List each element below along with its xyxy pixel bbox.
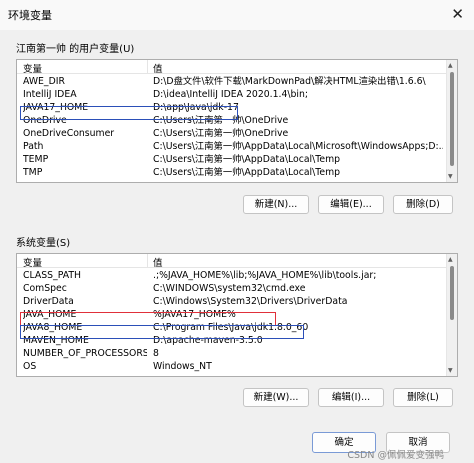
var-value: C:\Users\江南第一帅\AppData\Local\Temp bbox=[153, 167, 341, 178]
table-row[interactable]: JAVA8_HOME C:\Program Files\Java\jdk1.8.… bbox=[17, 322, 447, 335]
scroll-thumb[interactable] bbox=[450, 266, 454, 320]
watermark: CSDN @佩佩爱变强鸭 bbox=[347, 450, 444, 461]
system-vars-header: 变量 值 bbox=[17, 254, 447, 269]
table-row[interactable]: MAVEN_HOME D:\apache-maven-3.5.0 bbox=[17, 335, 447, 348]
close-icon[interactable]: ✕ bbox=[451, 5, 464, 23]
var-value: C:\WINDOWS\system32\cmd.exe bbox=[153, 283, 306, 294]
var-name: MAVEN_HOME bbox=[23, 335, 89, 346]
var-name: TEMP bbox=[23, 154, 49, 165]
user-vars-scrollbar[interactable]: ▲ ▼ bbox=[446, 60, 457, 182]
column-header-value[interactable]: 值 bbox=[153, 255, 163, 269]
var-value: 8 bbox=[153, 348, 159, 359]
var-value: C:\Users\江南第一帅\AppData\Local\Microsoft\W… bbox=[153, 141, 443, 152]
var-value: C:\Program Files\Java\jdk1.8.0_60 bbox=[153, 322, 309, 333]
var-name: JAVA8_HOME bbox=[23, 322, 83, 333]
var-name: JAVA17_HOME bbox=[23, 102, 89, 113]
table-row[interactable]: Path C:\Users\江南第一帅\AppData\Local\Micros… bbox=[17, 141, 447, 154]
var-name: AWE_DIR bbox=[23, 76, 65, 87]
scroll-down-icon[interactable]: ▼ bbox=[448, 367, 453, 374]
var-name: IntelliJ IDEA bbox=[23, 89, 77, 100]
scroll-up-icon[interactable]: ▲ bbox=[448, 256, 453, 263]
var-value: .;%JAVA_HOME%\lib;%JAVA_HOME%\lib\tools.… bbox=[153, 270, 377, 281]
column-header-value[interactable]: 值 bbox=[153, 61, 163, 75]
var-name: Path bbox=[23, 141, 44, 152]
var-name: OneDrive bbox=[23, 115, 67, 126]
var-name: CLASS_PATH bbox=[23, 270, 82, 281]
user-vars-header: 变量 值 bbox=[17, 60, 447, 75]
table-row[interactable]: IntelliJ IDEA D:\idea\IntelliJ IDEA 2020… bbox=[17, 89, 447, 102]
var-name: OS bbox=[23, 361, 37, 372]
var-name: NUMBER_OF_PROCESSORS bbox=[23, 348, 147, 359]
table-row[interactable]: OneDrive C:\Users\江南第一帅\OneDrive bbox=[17, 115, 447, 128]
var-name: JAVA_HOME bbox=[23, 309, 77, 320]
title-bar: 环境变量 ✕ bbox=[0, 0, 474, 30]
column-divider[interactable] bbox=[147, 254, 148, 268]
system-vars-list[interactable]: 变量 值 CLASS_PATH .;%JAVA_HOME%\lib;%JAVA_… bbox=[16, 253, 458, 377]
var-value: D:\D盘文件\软件下载\MarkDownPad\解决HTML渲染出错\1.6.… bbox=[153, 76, 426, 87]
var-value: %JAVA17_HOME% bbox=[153, 309, 236, 320]
var-value: C:\Users\江南第一帅\OneDrive bbox=[153, 128, 289, 139]
table-row[interactable]: TMP C:\Users\江南第一帅\AppData\Local\Temp bbox=[17, 167, 447, 180]
table-row[interactable]: ComSpec C:\WINDOWS\system32\cmd.exe bbox=[17, 283, 447, 296]
user-edit-button[interactable]: 编辑(E)... bbox=[318, 195, 384, 214]
user-vars-group-label: 江南第一帅 的用户变量(U) bbox=[16, 44, 135, 55]
var-value: C:\Users\江南第一帅\OneDrive bbox=[153, 115, 289, 126]
table-row[interactable]: OneDriveConsumer C:\Users\江南第一帅\OneDrive bbox=[17, 128, 447, 141]
var-name: DriverData bbox=[23, 296, 74, 307]
var-value: D:\app\Java\jdk-17 bbox=[153, 102, 239, 113]
scroll-down-icon[interactable]: ▼ bbox=[448, 173, 453, 180]
user-vars-list[interactable]: 变量 值 AWE_DIR D:\D盘文件\软件下载\MarkDownPad\解决… bbox=[16, 59, 458, 183]
var-value: C:\Users\江南第一帅\AppData\Local\Temp bbox=[153, 154, 341, 165]
var-name: OneDriveConsumer bbox=[23, 128, 115, 139]
table-row[interactable]: CLASS_PATH .;%JAVA_HOME%\lib;%JAVA_HOME%… bbox=[17, 270, 447, 283]
system-vars-group-label: 系统变量(S) bbox=[16, 238, 71, 249]
scroll-thumb[interactable] bbox=[450, 72, 454, 166]
table-row[interactable]: NUMBER_OF_PROCESSORS 8 bbox=[17, 348, 447, 361]
system-vars-scrollbar[interactable]: ▲ ▼ bbox=[446, 254, 457, 376]
var-value: C:\Windows\System32\Drivers\DriverData bbox=[153, 296, 348, 307]
table-row[interactable]: OS Windows_NT bbox=[17, 361, 447, 374]
var-value: D:\apache-maven-3.5.0 bbox=[153, 335, 263, 346]
var-name: ComSpec bbox=[23, 283, 67, 294]
scroll-up-icon[interactable]: ▲ bbox=[448, 62, 453, 69]
system-new-button[interactable]: 新建(W)... bbox=[243, 388, 309, 407]
var-value: D:\idea\IntelliJ IDEA 2020.1.4\bin; bbox=[153, 89, 309, 100]
var-value: Windows_NT bbox=[153, 361, 212, 372]
var-name: TMP bbox=[23, 167, 43, 178]
table-row[interactable]: DriverData C:\Windows\System32\Drivers\D… bbox=[17, 296, 447, 309]
column-header-variable[interactable]: 变量 bbox=[23, 61, 42, 75]
table-row[interactable]: TEMP C:\Users\江南第一帅\AppData\Local\Temp bbox=[17, 154, 447, 167]
window-title: 环境变量 bbox=[8, 9, 52, 22]
system-edit-button[interactable]: 编辑(I)... bbox=[318, 388, 384, 407]
table-row[interactable]: AWE_DIR D:\D盘文件\软件下载\MarkDownPad\解决HTML渲… bbox=[17, 76, 447, 89]
column-divider[interactable] bbox=[147, 60, 148, 74]
user-new-button[interactable]: 新建(N)... bbox=[243, 195, 309, 214]
table-row[interactable]: JAVA17_HOME D:\app\Java\jdk-17 bbox=[17, 102, 447, 115]
table-row[interactable]: JAVA_HOME %JAVA17_HOME% bbox=[17, 309, 447, 322]
system-delete-button[interactable]: 删除(L) bbox=[393, 388, 453, 407]
user-delete-button[interactable]: 删除(D) bbox=[393, 195, 453, 214]
column-header-variable[interactable]: 变量 bbox=[23, 255, 42, 269]
